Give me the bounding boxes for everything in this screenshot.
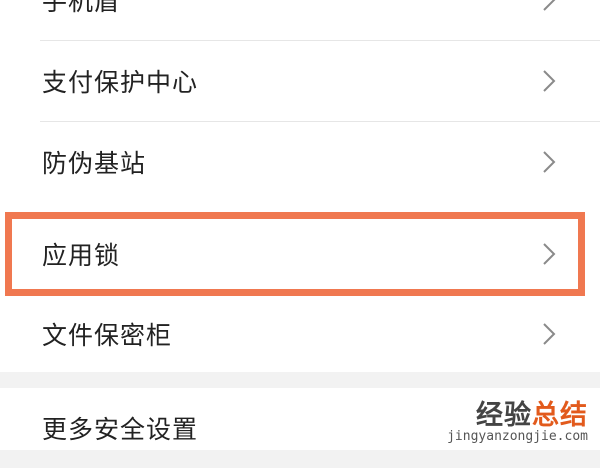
chevron-right-icon — [542, 242, 556, 266]
watermark-text-part2: 总结 — [532, 400, 588, 431]
menu-item-anti-fake-base-station[interactable]: 防伪基站 — [0, 122, 600, 202]
security-settings-list: 手机盾 支付保护中心 防伪基站 应用锁 文件保密柜 — [0, 0, 600, 372]
watermark-url: jingyanzongjie.com — [447, 429, 588, 444]
menu-item-app-lock[interactable]: 应用锁 — [0, 214, 600, 294]
chevron-right-icon — [542, 150, 556, 174]
menu-item-label: 防伪基站 — [42, 149, 147, 178]
chevron-right-icon — [542, 0, 556, 12]
menu-item-label: 应用锁 — [42, 241, 121, 270]
chevron-right-icon — [542, 69, 556, 93]
menu-item-payment-protection-center[interactable]: 支付保护中心 — [0, 41, 600, 121]
menu-item-phone-shield[interactable]: 手机盾 — [0, 0, 600, 40]
chevron-right-icon — [542, 322, 556, 346]
menu-item-label: 支付保护中心 — [42, 68, 199, 97]
watermark: 经验总结 jingyanzongjie.com — [447, 402, 588, 444]
menu-item-file-safe[interactable]: 文件保密柜 — [0, 294, 600, 374]
menu-item-label: 文件保密柜 — [42, 321, 173, 350]
menu-item-label: 手机盾 — [42, 0, 121, 16]
watermark-text-part1: 经验 — [476, 400, 532, 431]
menu-item-label: 更多安全设置 — [42, 415, 199, 444]
